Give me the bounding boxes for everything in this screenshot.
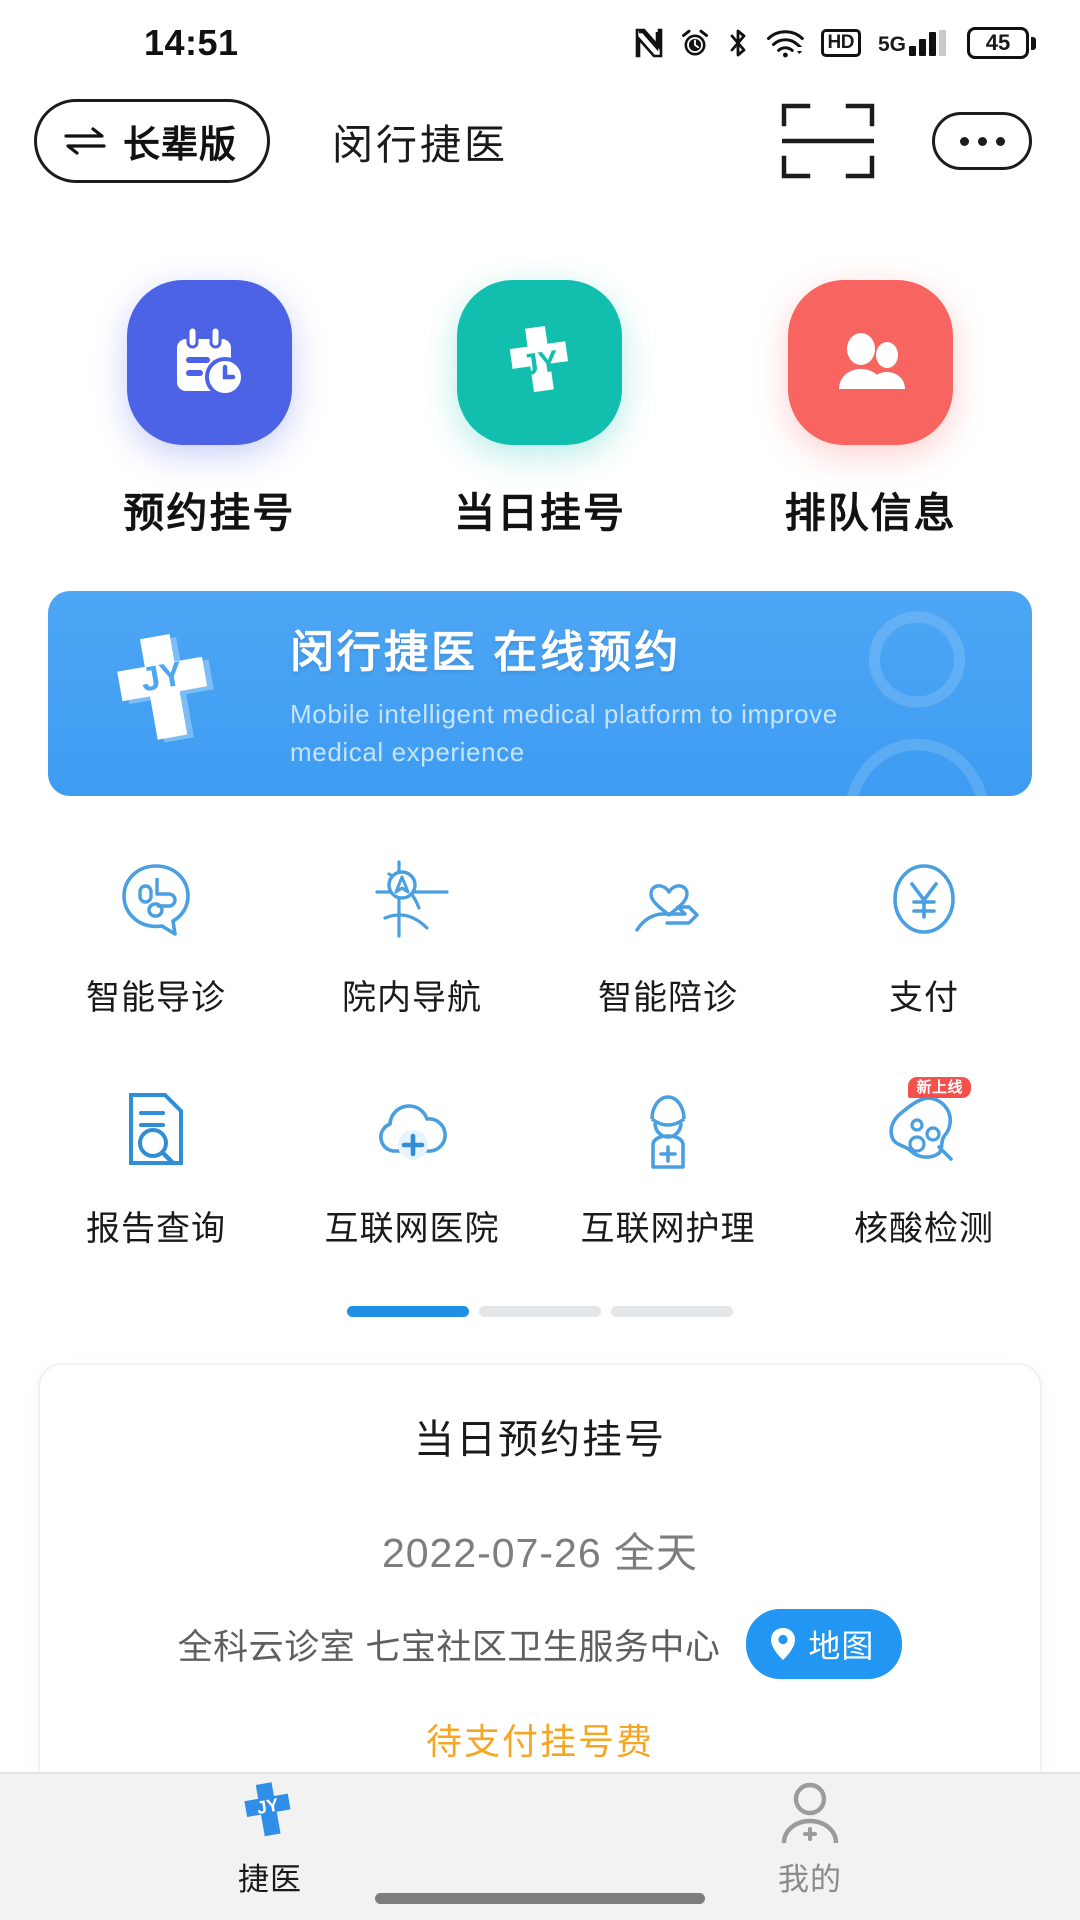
wifi-icon bbox=[766, 30, 804, 58]
service-grid: 智能导诊 院内导航 智能陪诊 支付 报告查询 互联网医院 互联网护理 新上线 核… bbox=[0, 796, 1080, 1250]
alarm-icon bbox=[681, 29, 708, 56]
nucleic-acid-test-icon: 新上线 bbox=[881, 1077, 971, 1175]
switch-arrows-icon bbox=[64, 127, 106, 155]
pagination-dot-active[interactable] bbox=[347, 1306, 469, 1317]
hd-icon: HD bbox=[820, 29, 861, 57]
entry-label: 当日挂号 bbox=[453, 490, 626, 536]
entry-label: 预约挂号 bbox=[123, 490, 296, 536]
hospital-navigation-icon bbox=[369, 852, 455, 944]
smart-triage-icon bbox=[113, 852, 199, 944]
service-label: 报告查询 bbox=[86, 1210, 226, 1248]
map-button-label: 地图 bbox=[808, 1628, 875, 1664]
service-payment[interactable]: 支付 bbox=[796, 852, 1052, 1019]
battery-icon: 45 bbox=[967, 27, 1036, 59]
smart-escort-icon bbox=[625, 852, 711, 944]
bottom-tab-bar: JY 捷医 我的 bbox=[0, 1772, 1080, 1920]
location-pin-icon bbox=[771, 1628, 796, 1660]
primary-entries: 预约挂号 JY 当日挂号 排队信息 bbox=[0, 196, 1080, 539]
people-queue-icon bbox=[788, 280, 954, 445]
appointment-card[interactable]: 当日预约挂号 2022-07-26 全天 全科云诊室 七宝社区卫生服务中心 地图… bbox=[38, 1363, 1042, 1797]
page-title: 闵行捷医 bbox=[332, 122, 508, 168]
medical-cross-jy-icon: JY bbox=[457, 280, 623, 445]
service-report-search[interactable]: 报告查询 bbox=[28, 1083, 284, 1250]
report-search-icon bbox=[113, 1083, 199, 1175]
card-department: 全科云诊室 七宝社区卫生服务中心 bbox=[177, 1627, 721, 1667]
pagination-indicator[interactable] bbox=[0, 1250, 1080, 1317]
card-date: 2022-07-26 全天 bbox=[381, 1530, 699, 1576]
service-internet-hospital[interactable]: 互联网医院 bbox=[284, 1083, 540, 1250]
payment-yuan-icon bbox=[881, 852, 967, 944]
dot bbox=[995, 136, 1005, 146]
tab-label: 我的 bbox=[778, 1861, 842, 1897]
entry-appointment-registration[interactable]: 预约挂号 bbox=[84, 280, 334, 539]
elder-mode-button[interactable]: 长辈版 bbox=[34, 99, 270, 183]
service-hospital-navigation[interactable]: 院内导航 bbox=[284, 852, 540, 1019]
battery-tip bbox=[1031, 36, 1036, 50]
service-nucleic-acid-test[interactable]: 新上线 核酸检测 bbox=[796, 1077, 1052, 1250]
jieyi-logo-icon: JY bbox=[233, 1778, 307, 1850]
svg-text:JY: JY bbox=[138, 654, 186, 699]
status-bar-icons: HD 5G 45 bbox=[635, 27, 1036, 59]
service-internet-nursing[interactable]: 互联网护理 bbox=[540, 1083, 796, 1250]
service-label: 院内导航 bbox=[342, 979, 482, 1017]
tab-label: 捷医 bbox=[238, 1861, 302, 1897]
entry-same-day-registration[interactable]: JY 当日挂号 bbox=[415, 280, 665, 539]
signal-bars bbox=[909, 30, 946, 56]
promo-banner[interactable]: JY 闵行捷医 在线预约 Mobile intelligent medical … bbox=[48, 591, 1032, 796]
elder-mode-label: 长辈版 bbox=[123, 124, 237, 165]
entry-label: 排队信息 bbox=[784, 490, 957, 536]
internet-nursing-icon bbox=[625, 1083, 711, 1175]
svg-text:JY: JY bbox=[520, 344, 561, 382]
app-header: 长辈版 闵行捷医 bbox=[0, 86, 1080, 196]
card-title: 当日预约挂号 bbox=[414, 1418, 666, 1462]
calendar-clock-icon bbox=[126, 280, 292, 445]
service-label: 互联网护理 bbox=[580, 1210, 756, 1248]
banner-decoration bbox=[846, 611, 988, 796]
service-label: 互联网医院 bbox=[324, 1210, 500, 1248]
profile-icon bbox=[776, 1778, 844, 1850]
bluetooth-icon bbox=[730, 29, 745, 57]
service-smart-triage[interactable]: 智能导诊 bbox=[28, 852, 284, 1019]
service-label: 智能导诊 bbox=[86, 979, 226, 1017]
dot bbox=[959, 136, 969, 146]
scan-icon[interactable] bbox=[780, 100, 876, 182]
app-header-actions bbox=[780, 100, 1046, 182]
internet-hospital-icon bbox=[369, 1083, 455, 1175]
battery-level: 45 bbox=[967, 27, 1029, 59]
banner-logo-icon: JY bbox=[100, 624, 250, 764]
more-icon[interactable] bbox=[932, 112, 1032, 170]
pagination-dot[interactable] bbox=[611, 1306, 733, 1317]
pagination-dot[interactable] bbox=[479, 1306, 601, 1317]
map-button[interactable]: 地图 bbox=[746, 1609, 903, 1679]
dot bbox=[977, 136, 987, 146]
new-badge: 新上线 bbox=[908, 1077, 971, 1098]
entry-queue-info[interactable]: 排队信息 bbox=[746, 280, 996, 539]
status-badge: 待支付挂号费 bbox=[425, 1721, 654, 1762]
service-label: 智能陪诊 bbox=[598, 979, 738, 1017]
home-indicator[interactable] bbox=[375, 1893, 705, 1904]
service-label: 核酸检测 bbox=[854, 1210, 994, 1248]
nfc-icon bbox=[635, 28, 662, 58]
signal-icon: 5G bbox=[878, 30, 946, 56]
service-smart-escort[interactable]: 智能陪诊 bbox=[540, 852, 796, 1019]
card-department-row: 全科云诊室 七宝社区卫生服务中心 地图 bbox=[70, 1609, 1010, 1679]
svg-text:JY: JY bbox=[255, 1794, 280, 1818]
service-label: 支付 bbox=[889, 979, 959, 1017]
status-bar-time: 14:51 bbox=[144, 22, 239, 63]
status-bar: 14:51 HD 5G 45 bbox=[0, 0, 1080, 86]
